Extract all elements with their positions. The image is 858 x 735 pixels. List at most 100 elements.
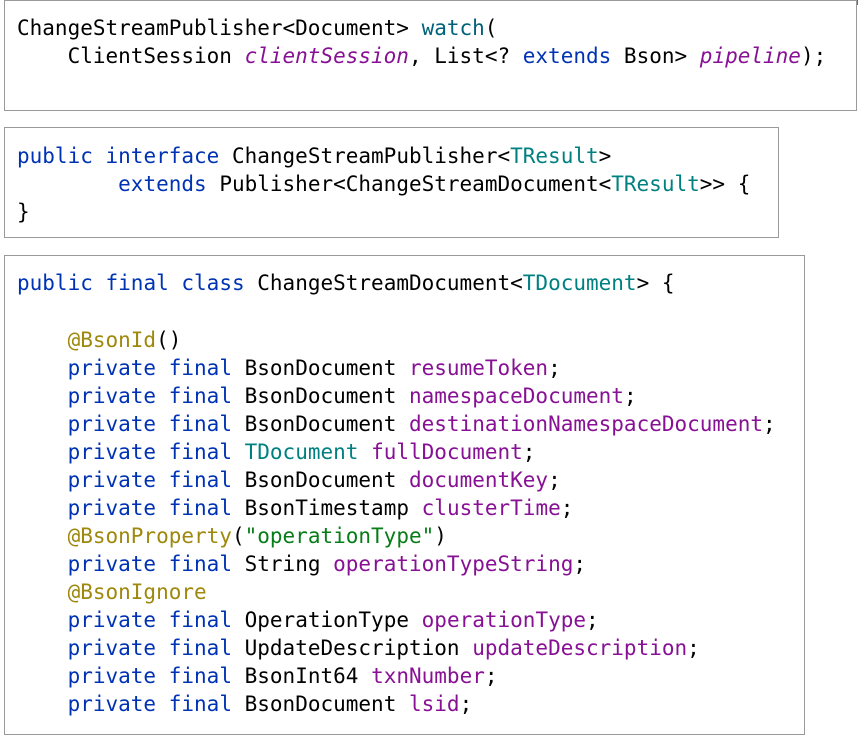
keyword: final	[168, 636, 232, 660]
method-name: watch	[421, 16, 485, 40]
keyword: final	[168, 608, 232, 632]
code-line: ClientSession clientSession, List<? exte…	[17, 42, 827, 70]
param-name: clientSession	[244, 44, 409, 68]
field-line: private final UpdateDescription updateDe…	[67, 636, 700, 660]
return-type: ChangeStreamPublisher<Document>	[17, 16, 422, 40]
keyword: final	[168, 496, 232, 520]
field-name: updateDescription	[472, 636, 688, 660]
annotation-line: @BsonIgnore	[17, 578, 207, 606]
type-param: TResult	[510, 144, 599, 168]
code-line: public interface ChangeStreamPublisher<T…	[17, 142, 611, 170]
code-line: }	[17, 198, 30, 226]
code-text: Publisher<ChangeStreamDocument<	[206, 172, 612, 196]
field-line: private final BsonDocument destinationNa…	[67, 412, 776, 436]
param-name: pipeline	[699, 44, 801, 68]
keyword: final	[168, 412, 232, 436]
field-type: UpdateDescription	[244, 636, 460, 660]
field-type: BsonDocument	[244, 692, 397, 716]
annotation-line: @BsonProperty("operationType")	[17, 522, 447, 550]
keyword: private	[67, 440, 157, 464]
keyword: final	[168, 552, 232, 576]
keyword: class	[181, 271, 245, 295]
field-name: operationType	[421, 608, 587, 632]
annotation: @BsonId	[67, 328, 157, 352]
field-line: private final BsonDocument lsid;	[67, 692, 473, 716]
code-text: >> {	[699, 172, 751, 196]
closing-brace: }	[17, 200, 30, 224]
keyword: public	[17, 144, 93, 168]
field-type: BsonTimestamp	[244, 496, 409, 520]
keyword: final	[168, 384, 232, 408]
annotation: @BsonIgnore	[67, 580, 207, 604]
interface-name: ChangeStreamPublisher<	[231, 144, 511, 168]
field-line: private final BsonInt64 txnNumber;	[67, 664, 498, 688]
string-literal: "operationType"	[244, 524, 435, 548]
annotation-line: @BsonId()	[17, 326, 182, 354]
field-line: private final BsonDocument documentKey;	[67, 468, 561, 492]
keyword: final	[105, 271, 169, 295]
keyword: private	[67, 384, 157, 408]
keyword: final	[168, 440, 232, 464]
field-line: private final TDocument fullDocument;	[67, 440, 536, 464]
class-header-line: public final class ChangeStreamDocument<…	[17, 269, 675, 297]
keyword: private	[67, 412, 157, 436]
code-text: >	[598, 144, 612, 168]
field-type: BsonDocument	[244, 468, 397, 492]
watch-method-snippet: ChangeStreamPublisher<Document> watch( C…	[4, 0, 857, 111]
code-text: > {	[636, 271, 675, 295]
field-name: destinationNamespaceDocument	[409, 412, 764, 436]
param-type: ClientSession	[67, 44, 245, 68]
keyword: extends	[522, 44, 612, 68]
type-param: TResult	[611, 172, 700, 196]
field-type: BsonDocument	[244, 356, 397, 380]
field-type: BsonInt64	[244, 664, 359, 688]
field-type: BsonDocument	[244, 384, 397, 408]
field-name: operationTypeString	[333, 552, 574, 576]
open-paren: (	[484, 16, 498, 40]
field-name: resumeToken	[409, 356, 549, 380]
field-name: txnNumber	[371, 664, 485, 688]
field-line: private final OperationType operationTyp…	[67, 608, 599, 632]
keyword: private	[67, 636, 157, 660]
field-line: private final BsonDocument namespaceDocu…	[67, 384, 637, 408]
field-line: private final String operationTypeString…	[67, 552, 587, 576]
code-text: )	[434, 524, 447, 548]
keyword: private	[67, 552, 157, 576]
keyword: public	[17, 271, 93, 295]
keyword: private	[67, 608, 157, 632]
keyword: final	[168, 356, 232, 380]
class-name: ChangeStreamDocument<	[257, 271, 523, 295]
field-type: BsonDocument	[244, 412, 397, 436]
field-type: TDocument	[244, 440, 359, 464]
code-text: (	[231, 524, 245, 548]
code-text: , List<?	[408, 44, 523, 68]
keyword: private	[67, 356, 157, 380]
keyword: interface	[105, 144, 220, 168]
keyword: final	[168, 664, 232, 688]
code-text: Bson>	[611, 44, 700, 68]
keyword: private	[67, 664, 157, 688]
keyword: final	[168, 468, 232, 492]
field-type: OperationType	[244, 608, 409, 632]
keyword: private	[67, 692, 157, 716]
keyword: private	[67, 496, 157, 520]
field-name: lsid	[409, 692, 460, 716]
field-name: fullDocument	[371, 440, 523, 464]
field-name: documentKey	[409, 468, 549, 492]
field-line: private final BsonDocument resumeToken;	[67, 356, 561, 380]
keyword: final	[168, 692, 232, 716]
change-stream-document-snippet: public final class ChangeStreamDocument<…	[4, 255, 805, 735]
field-name: clusterTime	[421, 496, 561, 520]
code-text: ()	[156, 328, 182, 352]
code-line: ChangeStreamPublisher<Document> watch(	[17, 14, 497, 42]
publisher-interface-snippet: public interface ChangeStreamPublisher<T…	[4, 127, 779, 238]
keyword: extends	[118, 172, 207, 196]
code-text: );	[800, 44, 827, 68]
field-type: String	[244, 552, 321, 576]
annotation: @BsonProperty	[67, 524, 232, 548]
code-line: extends Publisher<ChangeStreamDocument<T…	[17, 170, 750, 198]
field-name: namespaceDocument	[409, 384, 624, 408]
field-line: private final BsonTimestamp clusterTime;	[67, 496, 574, 520]
